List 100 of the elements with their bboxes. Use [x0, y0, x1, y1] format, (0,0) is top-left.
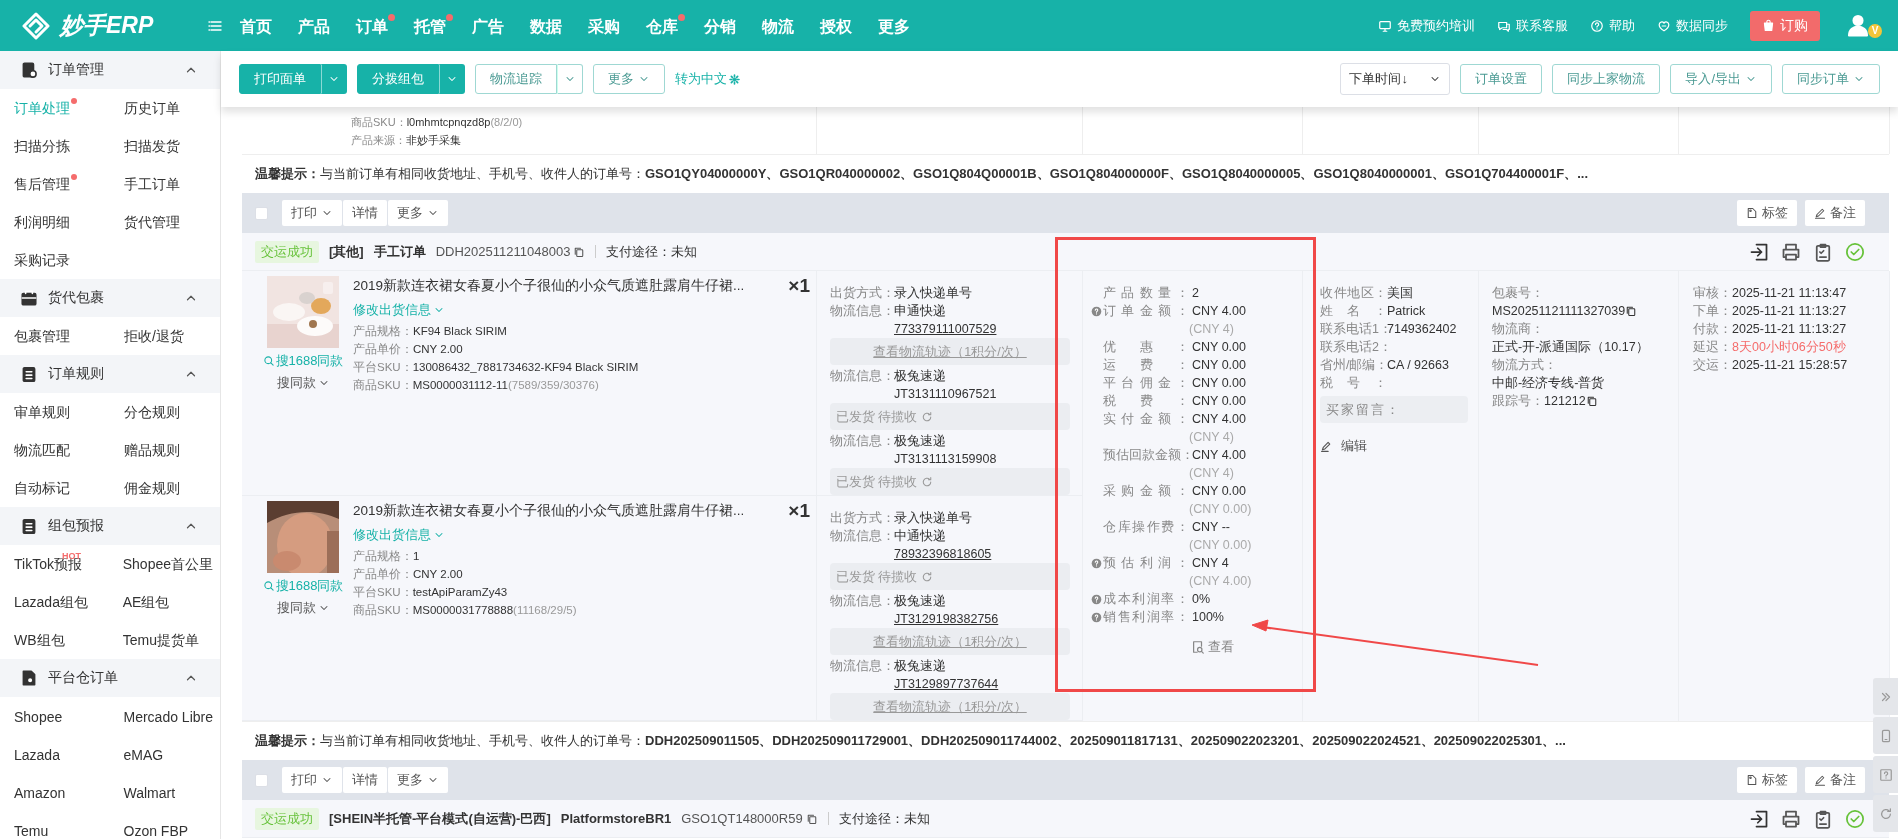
sidebar-item[interactable]: 包裹管理	[0, 317, 110, 355]
sidebar-item[interactable]: TikTok预报 HOT	[0, 545, 109, 583]
sidebar-item[interactable]: Shopee首公里	[108, 545, 220, 583]
help-icon[interactable]	[1091, 305, 1102, 317]
dropdown-toggle[interactable]	[321, 64, 347, 94]
similar-link[interactable]: 搜同款	[276, 599, 330, 617]
sidebar-group-header[interactable]: 货代包裹	[0, 279, 220, 317]
sidebar-item[interactable]: 售后管理	[0, 165, 110, 203]
tag-button[interactable]: 标签	[1737, 200, 1797, 226]
cost-field: 预估回款金额：CNY 4.00	[1091, 446, 1302, 464]
sidebar-item[interactable]: 佣金规则	[110, 469, 220, 507]
export-icon[interactable]	[1749, 241, 1769, 262]
sidebar-item[interactable]: 采购记录	[0, 241, 110, 279]
sidebar-item[interactable]: 扫描发货	[110, 127, 220, 165]
copy-icon[interactable]	[573, 245, 586, 258]
sidebar-item[interactable]: Lazada	[0, 735, 110, 773]
shipping-status: 已发货 待揽收	[830, 403, 1070, 430]
sidebar-item[interactable]: 拒收/退货	[110, 317, 220, 355]
sidebar-item[interactable]: 自动标记	[0, 469, 110, 507]
details-button[interactable]: 详情	[343, 200, 387, 226]
tracking-number[interactable]: 773379111007529	[830, 320, 1070, 338]
print-icon[interactable]	[1781, 808, 1801, 829]
tracking-number[interactable]: JT3129897737644	[830, 675, 1070, 693]
dropdown-button[interactable]: 导入/导出	[1670, 64, 1772, 94]
package-value: MS20251121111327039	[1492, 303, 1626, 320]
sidebar-group-header[interactable]: 订单规则	[0, 355, 220, 393]
toolbar-button[interactable]: 订单设置	[1460, 64, 1543, 94]
copy-icon[interactable]	[1625, 305, 1638, 317]
checkbox[interactable]	[255, 773, 268, 787]
sidebar-item[interactable]: eMAG	[109, 735, 220, 773]
refresh-icon[interactable]	[921, 410, 934, 423]
sidebar-item[interactable]: 扫描分拣	[0, 127, 110, 165]
tracking-number[interactable]: JT3129198382756	[830, 610, 1070, 628]
print-button[interactable]: 打印	[282, 767, 342, 793]
product-title[interactable]: 2019新款连衣裙女春夏小个子很仙的小众气质遮肚露肩牛仔裙...	[353, 276, 766, 296]
export-icon[interactable]	[1749, 808, 1769, 829]
check-circle-icon[interactable]	[1845, 808, 1865, 829]
print-icon[interactable]	[1781, 241, 1801, 262]
help-icon[interactable]	[1091, 557, 1102, 569]
similar-link[interactable]: 搜同款	[276, 374, 330, 392]
document-icon	[20, 669, 38, 687]
copy-icon[interactable]	[1585, 395, 1598, 407]
bag-icon	[1762, 19, 1775, 32]
note-button[interactable]: 备注	[1805, 200, 1865, 226]
clipboard-icon[interactable]	[1813, 808, 1833, 829]
sidebar-item[interactable]: 审单规则	[0, 393, 110, 431]
sidebar-item[interactable]: Mercado Libre	[109, 697, 220, 735]
dropdown-button[interactable]: 更多	[593, 64, 665, 94]
sort-select[interactable]: 下单时间↓	[1340, 63, 1451, 95]
sidebar-item[interactable]: Shopee	[0, 697, 110, 735]
sidebar-item[interactable]: 赠品规则	[110, 431, 220, 469]
package-label: 物流方式：	[1492, 357, 1558, 374]
sidebar-item[interactable]: Ozon FBP	[109, 811, 220, 839]
toolbar-button[interactable]: 物流追踪	[475, 64, 557, 94]
help-icon[interactable]	[1091, 611, 1102, 623]
sidebar-group-header[interactable]: 平台仓订单	[0, 659, 220, 697]
sidebar-item[interactable]: 分仓规则	[110, 393, 220, 431]
user-icon[interactable]	[1846, 12, 1870, 37]
sidebar-item[interactable]: Lazada组包	[0, 583, 109, 621]
refresh-icon[interactable]	[921, 475, 934, 488]
product-title[interactable]: 2019新款连衣裙女春夏小个子很仙的小众气质遮肚露肩牛仔裙...	[353, 501, 766, 521]
edit-link[interactable]: 编辑	[1320, 437, 1367, 455]
dropdown-toggle[interactable]	[557, 64, 583, 94]
heart-icon[interactable]	[1657, 18, 1671, 33]
sidebar-item[interactable]: Temu提货单	[108, 621, 220, 659]
more-button[interactable]: 更多	[388, 200, 448, 226]
sidebar-item[interactable]: Amazon	[0, 773, 110, 811]
tag-button[interactable]: 标签	[1737, 767, 1797, 793]
help-icon[interactable]	[1091, 593, 1102, 605]
copy-icon[interactable]	[805, 812, 818, 825]
dropdown-toggle[interactable]	[439, 64, 465, 94]
details-button[interactable]: 详情	[343, 767, 387, 793]
refresh-icon[interactable]	[921, 570, 934, 583]
view-link[interactable]: 查看	[1191, 638, 1234, 656]
monitor-icon[interactable]	[1378, 18, 1392, 33]
sidebar-item[interactable]: 手工订单	[110, 165, 220, 203]
clipboard-icon[interactable]	[1813, 241, 1833, 262]
sidebar-item[interactable]: AE组包	[108, 583, 220, 621]
sidebar-group-header[interactable]: 组包预报	[0, 507, 220, 545]
tracking-number[interactable]: 78932396818605	[830, 545, 1070, 563]
sidebar-item[interactable]: 历史订单	[110, 89, 220, 127]
sidebar-group-header[interactable]: 订单管理	[0, 51, 220, 89]
help-icon[interactable]	[1878, 767, 1893, 782]
sidebar-item[interactable]: Temu	[0, 811, 110, 839]
note-button[interactable]: 备注	[1805, 767, 1865, 793]
converted-amount: (CNY 4)	[1188, 321, 1235, 338]
sidebar-item[interactable]: 货代管理	[110, 203, 220, 241]
print-button[interactable]: 打印	[282, 200, 342, 226]
checkbox[interactable]	[255, 206, 268, 220]
dropdown-button[interactable]: 同步订单	[1782, 64, 1880, 94]
toolbar-button[interactable]: 同步上家物流	[1552, 64, 1661, 94]
check-circle-icon[interactable]	[1845, 241, 1865, 262]
refresh-icon[interactable]	[1878, 806, 1893, 821]
sidebar-item[interactable]: 利润明细	[0, 203, 110, 241]
converted-amount: (CNY 4)	[1188, 465, 1235, 482]
sidebar-item[interactable]: 物流匹配	[0, 431, 110, 469]
sidebar-item[interactable]: Walmart	[109, 773, 220, 811]
sidebar-item[interactable]: WB组包	[0, 621, 109, 659]
converted-amount: (CNY 4.00)	[1188, 573, 1253, 590]
more-button[interactable]: 更多	[388, 767, 448, 793]
